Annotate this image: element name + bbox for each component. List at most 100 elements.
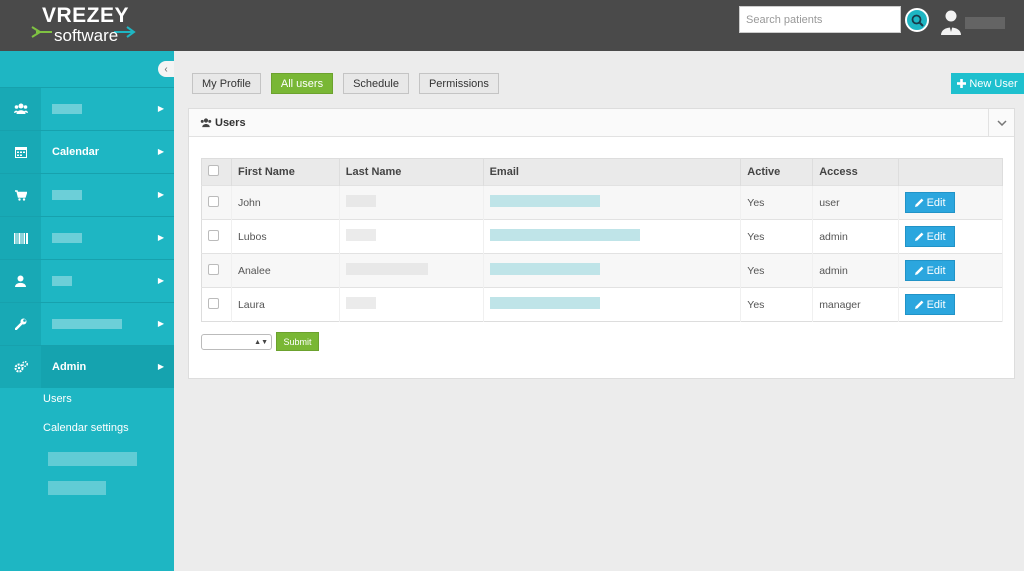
chevron-left-icon: ‹	[164, 63, 168, 75]
cell-access: admin	[812, 253, 900, 288]
cell-access: admin	[812, 219, 900, 254]
edit-label: Edit	[926, 196, 946, 209]
row-checkbox[interactable]	[208, 263, 219, 275]
vrezey-logo[interactable]: VREZEY software	[30, 4, 140, 48]
logo-text-bottom: software	[54, 26, 119, 45]
chevron-right-icon: ▶	[157, 276, 164, 285]
tab-my-profile[interactable]: My Profile	[192, 73, 261, 94]
panel-header: Users	[189, 109, 1014, 137]
chevron-right-icon: ▶	[157, 147, 164, 156]
cell-active: Yes	[740, 287, 814, 322]
col-first-name[interactable]: First Name	[231, 158, 340, 186]
user-icon	[15, 275, 26, 287]
sidebar-item-calendar[interactable]: Calendar ▶	[0, 130, 174, 173]
cell-first-name: Lubos	[231, 219, 340, 254]
submenu-item-redacted[interactable]	[48, 452, 137, 466]
edit-user-button[interactable]: Edit	[905, 226, 956, 247]
cell-email-redacted	[489, 297, 600, 309]
sidebar: ‹ ▶ Calendar ▶ ▶ ▶ ▶ ▶ Admin ▶ Users Cal…	[0, 51, 174, 571]
bulk-action-select[interactable]: ▲▼	[201, 334, 272, 350]
users-icon	[200, 117, 212, 127]
new-user-label: New User	[969, 77, 1018, 90]
chevron-down-icon	[996, 119, 1007, 126]
sidebar-label-redacted	[52, 190, 82, 200]
panel-collapse-toggle[interactable]	[988, 109, 1014, 136]
sidebar-item-patients[interactable]: ▶	[0, 87, 174, 130]
tab-schedule[interactable]: Schedule	[343, 73, 409, 94]
edit-user-button[interactable]: Edit	[905, 294, 956, 315]
pencil-icon	[914, 198, 923, 207]
select-arrows-icon: ▲▼	[254, 338, 268, 346]
sidebar-label-redacted	[52, 233, 82, 243]
cell-first-name: Laura	[231, 287, 340, 322]
top-header: VREZEY software	[0, 0, 1024, 51]
col-last-name[interactable]: Last Name	[339, 158, 484, 186]
tab-permissions[interactable]: Permissions	[418, 73, 499, 94]
chevron-right-icon: ▶	[157, 233, 164, 242]
collapse-sidebar-button[interactable]: ‹	[158, 61, 174, 77]
cell-email-redacted	[489, 229, 640, 241]
table-row: Analee Yes admin Edit	[201, 253, 1003, 288]
cell-last-name-redacted	[345, 297, 376, 309]
edit-user-button[interactable]: Edit	[905, 192, 956, 213]
table-row: Laura Yes manager Edit	[201, 287, 1003, 322]
select-all-checkbox[interactable]	[208, 165, 219, 176]
cell-first-name: John	[231, 185, 340, 220]
table-header-row: First Name Last Name Email Active Access	[201, 158, 1003, 186]
chevron-right-icon: ▶	[157, 190, 164, 199]
cell-last-name-redacted	[345, 263, 428, 275]
cell-access: manager	[812, 287, 900, 322]
users-icon	[13, 103, 28, 114]
tab-all-users[interactable]: All users	[270, 73, 334, 94]
edit-label: Edit	[926, 264, 946, 277]
edit-label: Edit	[926, 298, 946, 311]
user-tabs: My Profile All users Schedule Permission…	[192, 73, 499, 94]
panel-title: Users	[215, 116, 246, 129]
sidebar-item-label: Calendar	[52, 146, 100, 158]
cell-active: Yes	[740, 219, 814, 254]
new-user-button[interactable]: New User	[951, 73, 1024, 94]
calendar-icon	[14, 147, 27, 158]
submenu-item-calendar-settings[interactable]: Calendar settings	[43, 422, 129, 434]
sidebar-item-inventory[interactable]: ▶	[0, 216, 174, 259]
search-patients-input[interactable]	[739, 6, 901, 33]
col-access[interactable]: Access	[812, 158, 900, 186]
row-checkbox[interactable]	[208, 195, 219, 207]
chevron-right-icon: ▶	[157, 362, 164, 371]
user-name-redacted[interactable]	[965, 17, 1005, 29]
col-active[interactable]: Active	[740, 158, 814, 186]
table-row: Lubos Yes admin Edit	[201, 219, 1003, 254]
cell-access: user	[812, 185, 900, 220]
cell-active: Yes	[740, 185, 814, 220]
edit-user-button[interactable]: Edit	[905, 260, 956, 281]
chevron-right-icon: ▶	[157, 104, 164, 113]
submit-button[interactable]: Submit	[276, 332, 319, 351]
search-icon	[911, 14, 924, 27]
wrench-icon	[14, 318, 26, 330]
sidebar-item-admin[interactable]: Admin ▶	[0, 345, 174, 388]
cogs-icon	[14, 361, 28, 373]
user-avatar-icon[interactable]	[940, 9, 962, 35]
cart-icon	[14, 189, 27, 201]
cell-email-redacted	[489, 263, 600, 275]
pencil-icon	[914, 232, 923, 241]
submenu-item-users[interactable]: Users	[43, 393, 72, 405]
sidebar-item-tools[interactable]: ▶	[0, 302, 174, 345]
submenu-item-redacted[interactable]	[48, 481, 106, 495]
pencil-icon	[914, 300, 923, 309]
cell-last-name-redacted	[345, 195, 376, 207]
cell-first-name: Analee	[231, 253, 340, 288]
cell-last-name-redacted	[345, 229, 376, 241]
edit-label: Edit	[926, 230, 946, 243]
sidebar-item-profile[interactable]: ▶	[0, 259, 174, 302]
row-checkbox[interactable]	[208, 297, 219, 309]
col-email[interactable]: Email	[483, 158, 742, 186]
users-panel: Users First Name Last Name Email Active …	[188, 108, 1015, 379]
sidebar-item-shop[interactable]: ▶	[0, 173, 174, 216]
search-button[interactable]	[905, 8, 929, 32]
users-table: First Name Last Name Email Active Access…	[201, 158, 1003, 322]
row-checkbox[interactable]	[208, 229, 219, 241]
table-row: John Yes user Edit	[201, 185, 1003, 220]
sidebar-item-label: Admin	[52, 361, 87, 373]
cell-active: Yes	[740, 253, 814, 288]
